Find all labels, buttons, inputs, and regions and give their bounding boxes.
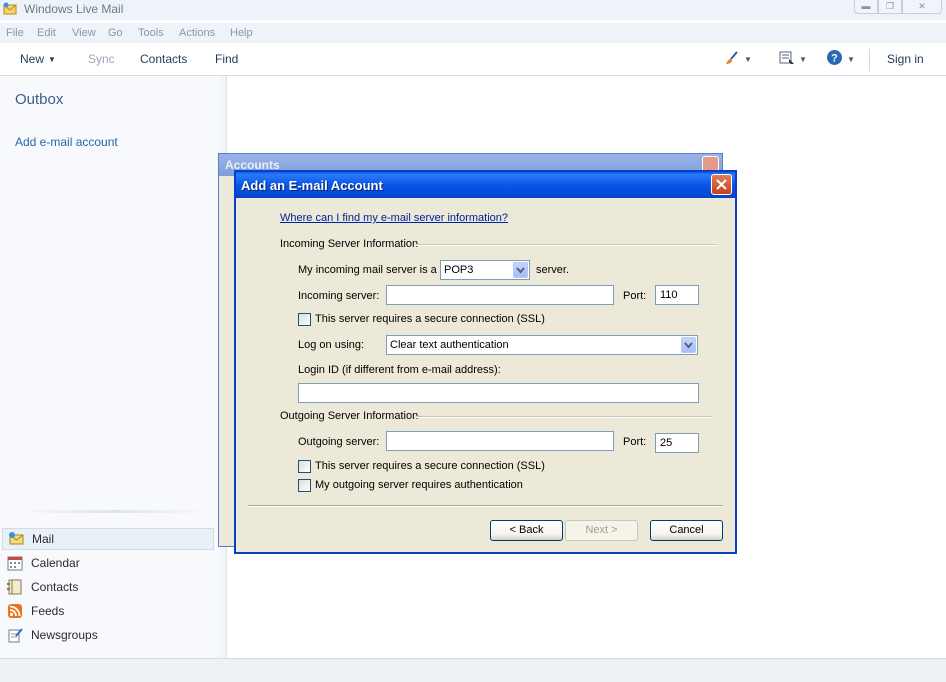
- outgoing-ssl-checkbox[interactable]: [298, 460, 311, 473]
- svg-text:?: ?: [831, 53, 838, 65]
- feeds-icon: [7, 603, 23, 619]
- chevron-down-icon: ▼: [744, 54, 752, 64]
- logon-method-select[interactable]: Clear text authentication: [386, 335, 698, 355]
- outgoing-auth-checkbox[interactable]: [298, 479, 311, 492]
- chevron-down-icon: [684, 342, 693, 349]
- nav-item-contacts[interactable]: Contacts: [2, 576, 214, 598]
- nav-item-calendar[interactable]: Calendar: [2, 552, 214, 574]
- help-icon: ?: [826, 49, 843, 69]
- incoming-ssl-label: This server requires a secure connection…: [315, 313, 545, 325]
- logon-label: Log on using:: [298, 339, 365, 351]
- incoming-server-input[interactable]: [386, 285, 614, 305]
- toolbar: New ▼ Sync Contacts Find ▼ ▼ ? ▼ Sign in: [0, 44, 946, 76]
- mail-icon: [8, 531, 24, 547]
- menu-view[interactable]: View: [72, 27, 96, 39]
- menu-actions[interactable]: Actions: [179, 27, 215, 39]
- menu-file[interactable]: File: [6, 27, 24, 39]
- folder-title: Outbox: [15, 91, 64, 108]
- chevron-down-icon: ▼: [48, 55, 56, 64]
- help-menu-button[interactable]: ? ▼: [826, 49, 855, 69]
- dropdown-button: [513, 262, 528, 278]
- new-button[interactable]: New ▼: [20, 52, 56, 66]
- newsgroups-icon: [7, 627, 23, 643]
- restore-icon: ❐: [885, 1, 895, 11]
- dialog-body: Where can I find my e-mail server inform…: [236, 198, 735, 552]
- outgoing-server-input[interactable]: [386, 431, 614, 451]
- windows-live-mail-icon: [3, 2, 17, 16]
- cancel-button[interactable]: Cancel: [650, 520, 723, 541]
- nav-label-feeds: Feeds: [31, 604, 65, 618]
- add-email-account-dialog: Add an E-mail Account Where can I find m…: [234, 170, 737, 554]
- incoming-port-input[interactable]: [655, 285, 699, 305]
- server-type-value: POP3: [444, 264, 474, 276]
- outgoing-server-label: Outgoing server:: [298, 436, 380, 448]
- logon-method-value: Clear text authentication: [390, 339, 509, 351]
- dialog-titlebar: Add an E-mail Account: [236, 172, 735, 198]
- nav-label-contacts: Contacts: [31, 580, 79, 594]
- nav-label-mail: Mail: [32, 532, 55, 546]
- add-email-account-link[interactable]: Add e-mail account: [15, 135, 118, 149]
- chevron-down-icon: [516, 267, 525, 274]
- nav-item-mail[interactable]: Mail: [2, 528, 214, 550]
- pane-divider: [20, 510, 206, 513]
- sync-button[interactable]: Sync: [88, 52, 115, 66]
- outgoing-auth-label: My outgoing server requires authenticati…: [315, 479, 523, 491]
- outgoing-port-input[interactable]: [655, 433, 699, 453]
- dialog-title: Add an E-mail Account: [241, 178, 383, 193]
- outgoing-port-label: Port:: [623, 436, 647, 448]
- minimize-icon: ▬: [861, 1, 871, 11]
- server-type-select[interactable]: POP3: [440, 260, 530, 280]
- layout-icon: [779, 50, 795, 69]
- outgoing-group-line: [416, 416, 712, 418]
- find-button[interactable]: Find: [215, 52, 238, 66]
- incoming-server-label: Incoming server:: [298, 290, 380, 302]
- nav-label-newsgroups: Newsgroups: [31, 628, 98, 642]
- close-icon: ✕: [918, 1, 926, 11]
- incoming-ssl-checkbox[interactable]: [298, 313, 311, 326]
- color-scheme-button[interactable]: ▼: [724, 50, 752, 69]
- close-icon: [716, 179, 727, 190]
- title-bar: Windows Live Mail ▬ ❐ ✕: [0, 0, 946, 20]
- outgoing-group-label: Outgoing Server Information: [280, 410, 419, 422]
- menu-go[interactable]: Go: [108, 27, 123, 39]
- layout-menu-button[interactable]: ▼: [779, 51, 807, 67]
- menu-bar: File Edit View Go Tools Actions Help: [0, 23, 946, 43]
- window-title: Windows Live Mail: [24, 2, 124, 16]
- new-button-label: New: [20, 52, 45, 66]
- nav-item-newsgroups[interactable]: Newsgroups: [2, 624, 214, 646]
- calendar-icon: [7, 555, 23, 571]
- menu-edit[interactable]: Edit: [37, 27, 56, 39]
- incoming-group-label: Incoming Server Information: [280, 238, 419, 250]
- next-button[interactable]: Next >: [565, 520, 638, 541]
- status-bar: [0, 658, 946, 682]
- nav-label-calendar: Calendar: [31, 556, 80, 570]
- chevron-down-icon: ▼: [847, 54, 855, 64]
- dialog-close-button[interactable]: [711, 174, 732, 195]
- menu-help[interactable]: Help: [230, 27, 253, 39]
- sign-in-button[interactable]: Sign in: [887, 52, 924, 66]
- button-separator: [248, 505, 723, 507]
- minimize-button[interactable]: ▬: [854, 0, 878, 14]
- server-info-help-link[interactable]: Where can I find my e-mail server inform…: [280, 212, 508, 224]
- dropdown-button: [681, 337, 696, 353]
- server-type-suffix: server.: [536, 264, 570, 276]
- contacts-icon: [7, 579, 23, 595]
- server-type-prefix: My incoming mail server is a: [298, 264, 437, 276]
- login-id-input[interactable]: [298, 383, 699, 403]
- nav-item-feeds[interactable]: Feeds: [2, 600, 214, 622]
- close-window-button[interactable]: ✕: [902, 0, 942, 14]
- chevron-down-icon: ▼: [799, 54, 807, 64]
- outgoing-ssl-label: This server requires a secure connection…: [315, 460, 545, 472]
- menu-tools[interactable]: Tools: [138, 27, 164, 39]
- toolbar-separator: [869, 49, 870, 71]
- contacts-button[interactable]: Contacts: [140, 52, 187, 66]
- incoming-port-label: Port:: [623, 290, 647, 302]
- incoming-group-line: [416, 244, 716, 246]
- restore-button[interactable]: ❐: [878, 0, 902, 14]
- folder-pane: Outbox Add e-mail account Mail Calendar: [0, 76, 227, 658]
- login-id-label: Login ID (if different from e-mail addre…: [298, 364, 501, 376]
- paintbrush-icon: [724, 50, 740, 69]
- back-button[interactable]: < Back: [490, 520, 563, 541]
